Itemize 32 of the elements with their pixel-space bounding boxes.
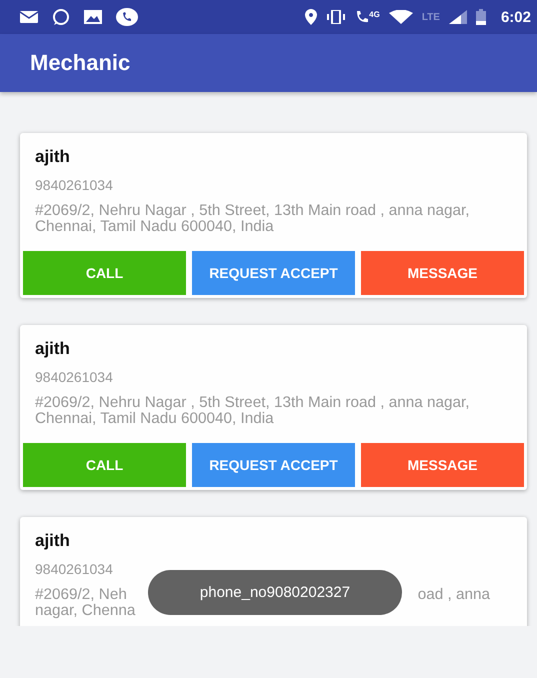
- action-button[interactable]: REQUEST ACCEPT: [192, 443, 355, 487]
- clock: 6:02: [500, 8, 531, 26]
- action-button[interactable]: MESSAGE: [361, 251, 524, 295]
- address-text: #2069/2, Neh: [35, 587, 127, 603]
- address-text: nagar, Chenna: [35, 603, 136, 619]
- image-icon: [84, 10, 102, 24]
- address-text: #2069/2, Nehru Nagar , 5th Street, 13th Main road , anna nagar, Chennai, Tamil Nadu 600040, India: [35, 203, 471, 235]
- signal-icon: [448, 10, 467, 24]
- network-label: 4G: [369, 10, 380, 19]
- action-button[interactable]: CALL: [23, 443, 186, 487]
- location-icon: [305, 9, 318, 25]
- contact-name: ajith: [35, 531, 71, 551]
- battery-icon: [476, 9, 486, 25]
- app-title: Mechanic: [30, 50, 130, 76]
- toast: phone_no9080202327: [148, 570, 402, 615]
- vibrate-icon: [326, 10, 346, 24]
- action-button[interactable]: CALL: [23, 251, 186, 295]
- call-icon: [355, 10, 370, 24]
- phone-icon: [116, 8, 138, 26]
- lte-label: LTE: [422, 12, 440, 22]
- phone-number: 9840261034: [35, 369, 114, 385]
- phone-number: 9840261034: [35, 177, 114, 193]
- phone-number: 9840261034: [35, 561, 114, 577]
- action-button[interactable]: MESSAGE: [361, 443, 524, 487]
- wifi-icon: [388, 10, 413, 24]
- contact-name: ajith: [35, 147, 71, 167]
- action-button[interactable]: REQUEST ACCEPT: [192, 251, 355, 295]
- address-text: oad , anna: [418, 587, 490, 603]
- address-text: #2069/2, Nehru Nagar , 5th Street, 13th Main road , anna nagar, Chennai, Tamil Nadu 600040, India: [35, 395, 471, 427]
- chat-icon: [52, 8, 70, 26]
- mail-icon: [20, 10, 38, 24]
- contact-name: ajith: [35, 339, 71, 359]
